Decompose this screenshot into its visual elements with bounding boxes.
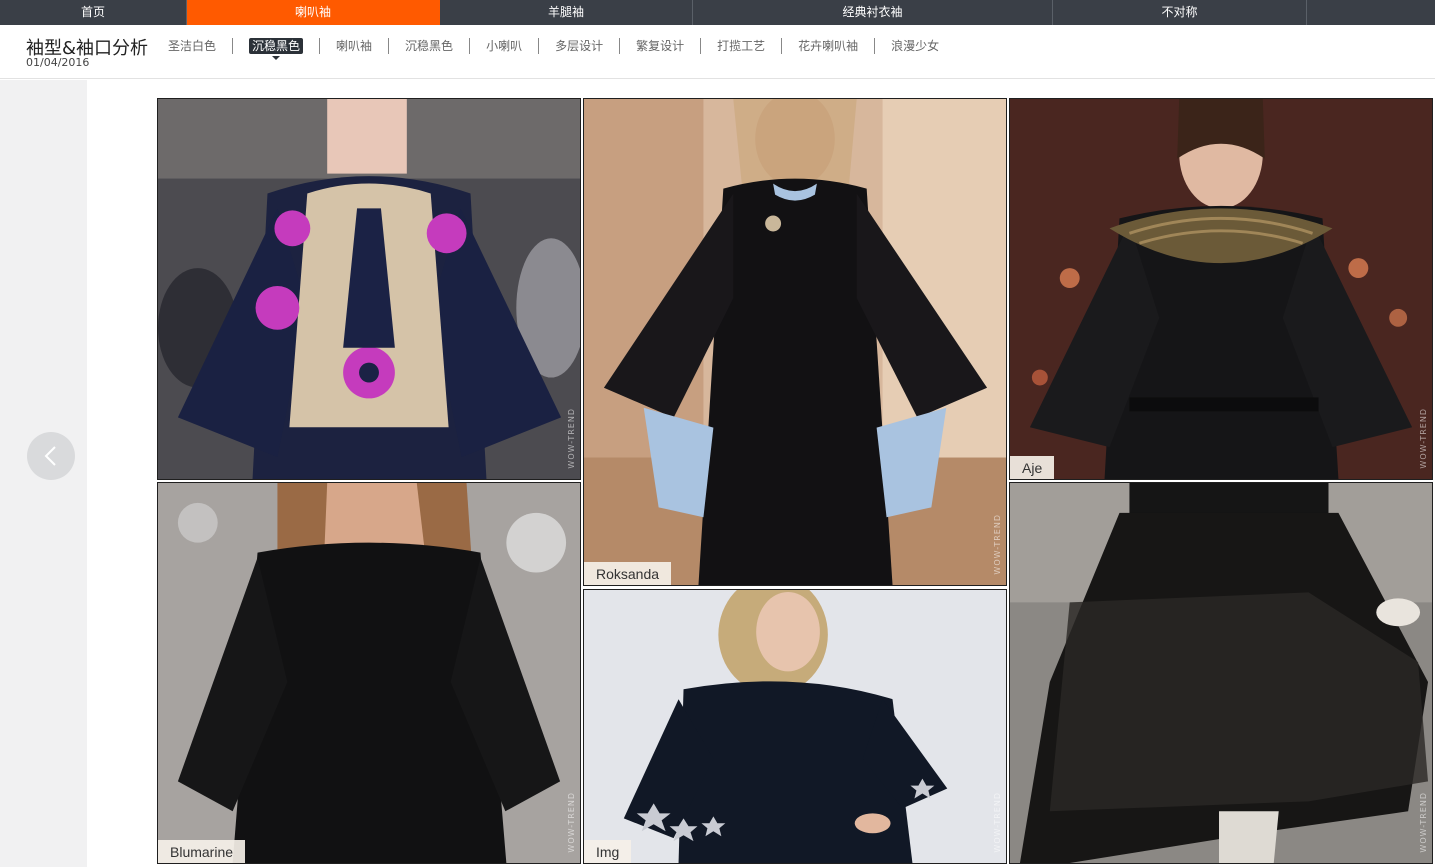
subnav-item-label: 打揽工艺 — [717, 39, 766, 53]
gallery-tile[interactable]: WOW-TREND Img — [583, 589, 1007, 864]
portrait-photo — [584, 590, 1006, 863]
watermark-text: WOW-TREND — [993, 514, 1002, 575]
subnav-item[interactable]: 繁复设计 — [620, 38, 702, 54]
subnav-item[interactable]: 沉稳黑色 — [389, 38, 471, 54]
subnav-item-label: 沉稳黑色 — [405, 39, 454, 53]
runway-photo — [158, 99, 580, 479]
subnav-item-label: 多层设计 — [555, 39, 604, 53]
chevron-left-icon — [44, 446, 56, 466]
watermark-text: WOW-TREND — [567, 408, 576, 469]
subnav-item[interactable]: 小喇叭 — [470, 38, 540, 54]
tab-bell-sleeve[interactable]: 喇叭袖 — [187, 0, 440, 30]
subnav-item[interactable]: 多层设计 — [539, 38, 621, 54]
designer-caption: Blumarine — [158, 840, 246, 863]
page-header: 袖型&袖口分析 01/04/2016 圣洁白色 沉稳黑色 喇叭袖 沉稳黑色 小喇… — [0, 25, 1435, 79]
gallery-tile[interactable]: WOW-TREND Aje — [1009, 98, 1433, 480]
prev-button[interactable] — [27, 432, 75, 480]
runway-photo — [584, 99, 1006, 585]
tab-leg-of-mutton-sleeve[interactable]: 羊腿袖 — [440, 0, 693, 25]
designer-caption: Roksanda — [584, 562, 672, 585]
gallery-tile[interactable]: WOW-TREND Blumarine — [157, 482, 581, 864]
watermark-text: WOW-TREND — [1419, 792, 1428, 853]
top-nav: 首页 喇叭袖 羊腿袖 经典衬衣袖 不对称 — [0, 0, 1435, 30]
subnav-item[interactable]: 打揽工艺 — [701, 38, 783, 54]
page-date: 01/04/2016 — [26, 56, 90, 69]
watermark-text: WOW-TREND — [567, 792, 576, 853]
subnav-item-label: 圣洁白色 — [168, 39, 217, 53]
designer-caption: Aje — [1010, 456, 1055, 479]
subnav-item-label: 繁复设计 — [636, 39, 685, 53]
gallery-tile[interactable]: WOW-TREND Roksanda — [583, 98, 1007, 586]
editorial-photo — [1010, 483, 1432, 863]
watermark-text: WOW-TREND — [993, 792, 1002, 853]
tab-home[interactable]: 首页 — [0, 0, 187, 25]
subnav-item[interactable]: 花卉喇叭袖 — [782, 38, 876, 54]
subnav-item-label: 小喇叭 — [486, 39, 523, 53]
sub-nav: 圣洁白色 沉稳黑色 喇叭袖 沉稳黑色 小喇叭 多层设计 繁复设计 打揽工艺 花卉… — [152, 38, 955, 60]
subnav-item-label: 花卉喇叭袖 — [798, 39, 859, 53]
gallery-tile[interactable]: WOW-TREND — [157, 98, 581, 480]
subnav-item-label: 沉稳黑色 — [249, 38, 304, 54]
subnav-item-label: 喇叭袖 — [336, 39, 373, 53]
gallery-tile[interactable]: WOW-TREND — [1009, 482, 1433, 864]
runway-photo — [1010, 99, 1432, 479]
subnav-item[interactable]: 浪漫少女 — [875, 38, 955, 54]
subnav-item-label: 浪漫少女 — [891, 39, 940, 53]
tab-classic-shirt-sleeve[interactable]: 经典衬衣袖 — [693, 0, 1053, 25]
runway-photo — [158, 483, 580, 863]
subnav-item[interactable]: 圣洁白色 — [152, 38, 234, 54]
tab-asymmetric[interactable]: 不对称 — [1053, 0, 1307, 25]
subnav-item[interactable]: 喇叭袖 — [320, 38, 390, 54]
subnav-item-active[interactable]: 沉稳黑色 — [233, 38, 321, 60]
watermark-text: WOW-TREND — [1419, 408, 1428, 469]
designer-caption: Img — [584, 840, 632, 863]
